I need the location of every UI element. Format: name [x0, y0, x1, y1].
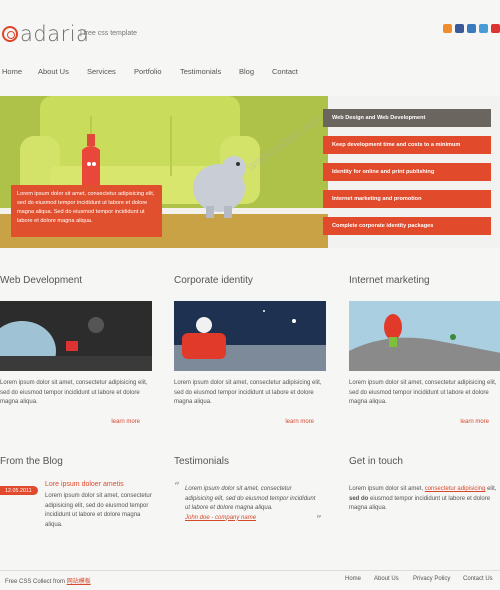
- section-title: Internet marketing: [349, 275, 430, 286]
- section-text: Lorem ipsum dolor sit amet, consectetur …: [174, 380, 322, 405]
- section-title: From the Blog: [0, 456, 63, 467]
- footer-copy-link[interactable]: 网站模板: [67, 579, 91, 585]
- slide-item-4[interactable]: Internet marketing and promotion: [323, 190, 491, 208]
- footer-copyright: Free CSS Collect from 网站模板: [5, 576, 91, 585]
- twitter-icon[interactable]: [479, 24, 488, 33]
- nav-blog[interactable]: Blog: [239, 67, 254, 76]
- rss-icon[interactable]: [443, 24, 452, 33]
- service-image: [349, 301, 500, 371]
- footer-link-home[interactable]: Home: [345, 576, 361, 582]
- footer-copy-text: Free CSS Collect from: [5, 579, 67, 585]
- touch-text-start: Lorem ipsum dolor sit amet,: [349, 486, 425, 492]
- service-internet-marketing: Internet marketing Lorem ipsum dolor sit…: [349, 275, 500, 425]
- section-title: Corporate identity: [174, 275, 253, 286]
- logo[interactable]: adaria: [2, 22, 89, 46]
- header: adaria | free css template: [0, 0, 500, 62]
- footer-link-privacy-policy[interactable]: Privacy Policy: [413, 576, 450, 582]
- logo-text: adaria: [20, 22, 90, 46]
- testimonial-author-link[interactable]: John doe - company name: [185, 515, 256, 521]
- nav-contact[interactable]: Contact: [272, 67, 298, 76]
- footer: Free CSS Collect from 网站模板 Home About Us…: [0, 570, 500, 590]
- testimonials-section: Testimonials: [174, 456, 326, 467]
- blog-post-excerpt: Lorem ipsum dolor sit amet, consectetur …: [45, 493, 152, 528]
- slide-item-3[interactable]: Identity for online and print publishing: [323, 163, 491, 181]
- slide-item-2[interactable]: Keep development time and costs to a min…: [323, 136, 491, 154]
- service-web-development: Web Development Lorem ipsum dolor sit am…: [0, 275, 152, 425]
- blog-section: From the Blog: [0, 456, 152, 467]
- section-title: Web Development: [0, 275, 83, 286]
- touch-bold-text: sed do: [349, 495, 369, 502]
- delicious-icon[interactable]: [491, 24, 500, 33]
- get-in-touch-text: Lorem ipsum dolor sit amet, consectetur …: [349, 485, 499, 514]
- touch-text-end: eiusmod tempor incididunt ut labore et d…: [349, 495, 491, 512]
- social-links: [443, 24, 500, 33]
- section-title: Testimonials: [174, 456, 230, 467]
- testimonial-quote: Lorem ipsum dolor sit amet, consectetur …: [185, 485, 318, 523]
- learn-more-link[interactable]: learn more: [460, 419, 489, 425]
- facebook-icon[interactable]: [455, 24, 464, 33]
- service-image: [174, 301, 326, 371]
- slide-item-1[interactable]: Web Design and Web Development: [323, 109, 491, 127]
- main-nav: Home About Us Services Portfolio Testimo…: [0, 67, 500, 79]
- slide-item-5[interactable]: Complete corporate identity packages: [323, 217, 491, 235]
- nav-services[interactable]: Services: [87, 67, 116, 76]
- hero-caption: Lorem ipsum dolor sit amet, consectetur …: [11, 185, 162, 237]
- hippo-character: [193, 156, 246, 218]
- tagline: | free css template: [80, 30, 138, 37]
- section-text: Lorem ipsum dolor sit amet, consectetur …: [0, 380, 148, 405]
- section-title: Get in touch: [349, 456, 403, 467]
- service-image: [0, 301, 152, 371]
- footer-link-about-us[interactable]: About Us: [374, 576, 399, 582]
- get-in-touch-section: Get in touch: [349, 456, 500, 467]
- nav-home[interactable]: Home: [2, 67, 22, 76]
- footer-link-contact-us[interactable]: Contact Us: [463, 576, 493, 582]
- logo-icon: [2, 26, 18, 42]
- section-text: Lorem ipsum dolor sit amet, consectetur …: [349, 380, 497, 405]
- quote-open-icon: “: [174, 480, 180, 493]
- nav-about-us[interactable]: About Us: [38, 67, 69, 76]
- testimonial-text: Lorem ipsum dolor sit amet, consectetur …: [185, 486, 316, 511]
- learn-more-link[interactable]: learn more: [111, 419, 140, 425]
- blog-post-title[interactable]: Lore ipsum doloer ametis: [45, 481, 124, 488]
- quote-close-icon: ”: [316, 513, 322, 526]
- blog-date-badge: 12.05.2011: [0, 486, 38, 495]
- touch-text-mid: elit,: [485, 486, 497, 492]
- touch-link[interactable]: consectetur adipisicing: [425, 486, 486, 492]
- nav-portfolio[interactable]: Portfolio: [134, 67, 162, 76]
- linkedin-icon[interactable]: [467, 24, 476, 33]
- service-corporate-identity: Corporate identity Lorem ipsum dolor sit…: [174, 275, 326, 425]
- learn-more-link[interactable]: learn more: [285, 419, 314, 425]
- nav-testimonials[interactable]: Testimonials: [180, 67, 221, 76]
